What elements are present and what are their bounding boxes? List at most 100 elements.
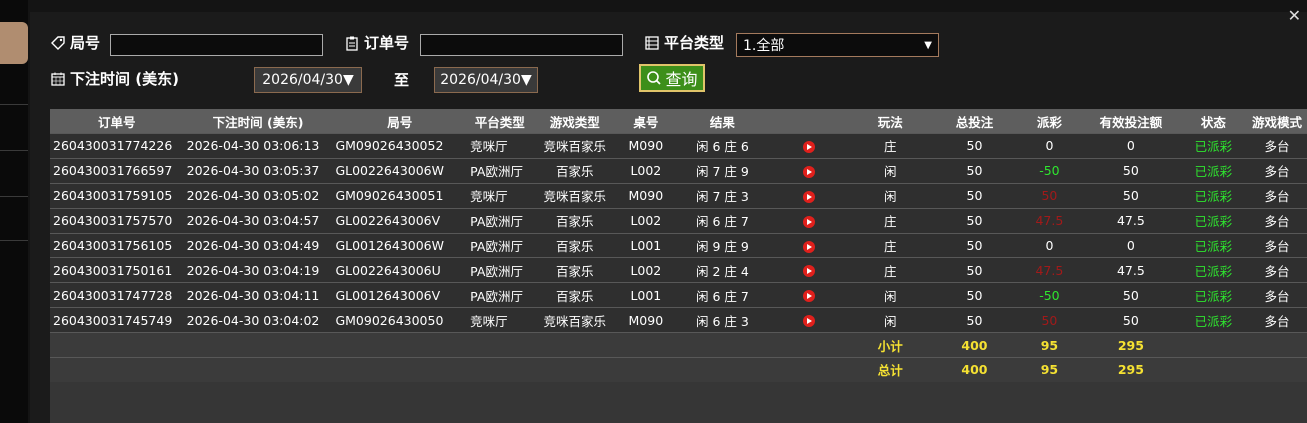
to-label: 至 [394,71,410,89]
column-header: 结果 [674,109,771,134]
total-row: 总计 400 95 295 [50,357,1307,382]
play-video-icon[interactable] [803,265,816,278]
play-video-icon[interactable] [803,190,816,203]
valid-bet-cell: 50 [1082,282,1180,308]
game-mode-cell: 多台 [1247,232,1307,258]
play-type-cell: 庄 [848,207,933,234]
summary-cell [1247,357,1307,382]
valid-bet-cell: 50 [1082,307,1180,333]
subtotal-bet: 400 [932,332,1017,358]
list-icon [645,35,659,50]
round-number-cell: GL0022643006U [332,257,468,283]
play-video-icon[interactable] [803,315,816,328]
game-mode-cell: 多台 [1247,307,1307,333]
total-bet-cell: 50 [932,232,1017,258]
platform-select[interactable]: 1.全部 ▼ [736,33,939,57]
play-type-cell: 闲 [848,182,933,209]
result-cell: 闲 6 庄 3 [674,307,771,333]
round-number-cell: GL0012643006V [332,282,468,308]
game-type-cell: 竞咪百家乐 [532,182,618,209]
bet-time-cell: 2026-04-30 03:05:37 [183,157,333,184]
order-number-cell: 260430031756105 [50,232,184,258]
column-header: 平台类型 [467,109,533,134]
platform-cell: PA欧洲厅 [467,257,533,283]
play-type-cell: 闲 [848,157,933,184]
date-to-picker[interactable]: 2026/04/30▼ [434,67,538,93]
valid-bet-cell: 0 [1082,232,1180,258]
play-type-cell: 庄 [848,232,933,258]
status-cell: 已派彩 [1179,307,1248,333]
table-row[interactable]: 260430031745749 2026-04-30 03:04:02 GM0902… [50,307,1307,333]
table-row[interactable]: 260430031756105 2026-04-30 03:04:49 GL0012… [50,232,1307,258]
round-number-cell: GM09026430051 [332,182,468,209]
round-number-cell: GL0012643006W [332,232,468,258]
table-row[interactable]: 260430031759105 2026-04-30 03:05:02 GM0902… [50,182,1307,209]
game-type-cell: 竞咪百家乐 [532,133,618,159]
table-row[interactable]: 260430031750161 2026-04-30 03:04:19 GL0022… [50,257,1307,283]
column-header: 状态 [1179,109,1248,134]
subtotal-valid-bet: 295 [1082,332,1180,358]
play-video-icon[interactable] [803,140,816,153]
column-header: 玩法 [848,109,933,134]
platform-cell: 竞咪厅 [467,182,533,209]
game-mode-cell: 多台 [1247,157,1307,184]
table-row[interactable]: 260430031774226 2026-04-30 03:06:13 GM0902… [50,133,1307,159]
total-valid-bet: 295 [1082,357,1180,382]
side-divider [0,104,28,105]
order-input[interactable] [420,34,623,56]
table-row[interactable]: 260430031766597 2026-04-30 03:05:37 GL0022… [50,157,1307,184]
chevron-down-icon: ▼ [924,39,932,51]
play-video-icon[interactable] [803,165,816,178]
play-video-icon[interactable] [803,240,816,253]
play-video-icon[interactable] [803,215,816,228]
summary-cell [617,332,675,358]
play-video-icon[interactable] [803,290,816,303]
table-row[interactable]: 260430031747728 2026-04-30 03:04:11 GL0012… [50,282,1307,308]
order-number-cell: 260430031766597 [50,157,184,184]
result-cell: 闲 6 庄 6 [674,133,771,159]
table-row[interactable]: 260430031757570 2026-04-30 03:04:57 GL0022… [50,207,1307,234]
replay-cell [770,182,849,209]
side-tab-active[interactable] [0,22,28,64]
status-cell: 已派彩 [1179,182,1248,209]
order-number-cell: 260430031757570 [50,207,184,234]
replay-cell [770,207,849,234]
valid-bet-cell: 47.5 [1082,257,1180,283]
query-button[interactable]: 查询 [639,64,705,92]
valid-bet-cell: 50 [1082,157,1180,184]
round-number-cell: GM09026430050 [332,307,468,333]
date-from-picker[interactable]: 2026/04/30▼ [254,67,362,93]
payout-cell: 50 [1016,182,1082,209]
summary-cell [770,332,849,358]
game-mode-cell: 多台 [1247,207,1307,234]
status-cell: 已派彩 [1179,232,1248,258]
valid-bet-cell: 47.5 [1082,207,1180,234]
total-bet-cell: 50 [932,207,1017,234]
subtotal-payout: 95 [1016,332,1082,358]
status-cell: 已派彩 [1179,257,1248,283]
summary-cell [532,357,618,382]
round-number-cell: GL0022643006W [332,157,468,184]
platform-cell: PA欧洲厅 [467,157,533,184]
bet-time-cell: 2026-04-30 03:04:19 [183,257,333,283]
payout-cell: 50 [1016,307,1082,333]
table-header-row: 订单号 下注时间 (美东) 局号 平台类型 游戏类型 桌号 结果 玩法 总投注 派彩 有效投注额 状态… [50,109,1307,134]
order-number-cell: 260430031759105 [50,182,184,209]
summary-cell [50,357,184,382]
table-number-cell: L002 [617,157,675,184]
bet-records-table: 订单号 下注时间 (美东) 局号 平台类型 游戏类型 桌号 结果 玩法 总投注 派彩 有效投注额 状态… [50,109,1307,423]
game-mode-cell: 多台 [1247,133,1307,159]
play-type-cell: 庄 [848,257,933,283]
bet-time-label: 下注时间 (美东) [50,68,179,89]
summary-cell [1247,332,1307,358]
replay-cell [770,257,849,283]
replay-cell [770,133,849,159]
payout-cell: 47.5 [1016,207,1082,234]
platform-cell: 竞咪厅 [467,133,533,159]
payout-cell: -50 [1016,282,1082,308]
close-icon[interactable]: ✕ [1288,6,1301,25]
column-header: 游戏类型 [532,109,618,134]
column-header [770,109,849,134]
round-input[interactable] [110,34,323,56]
summary-cell [532,332,618,358]
